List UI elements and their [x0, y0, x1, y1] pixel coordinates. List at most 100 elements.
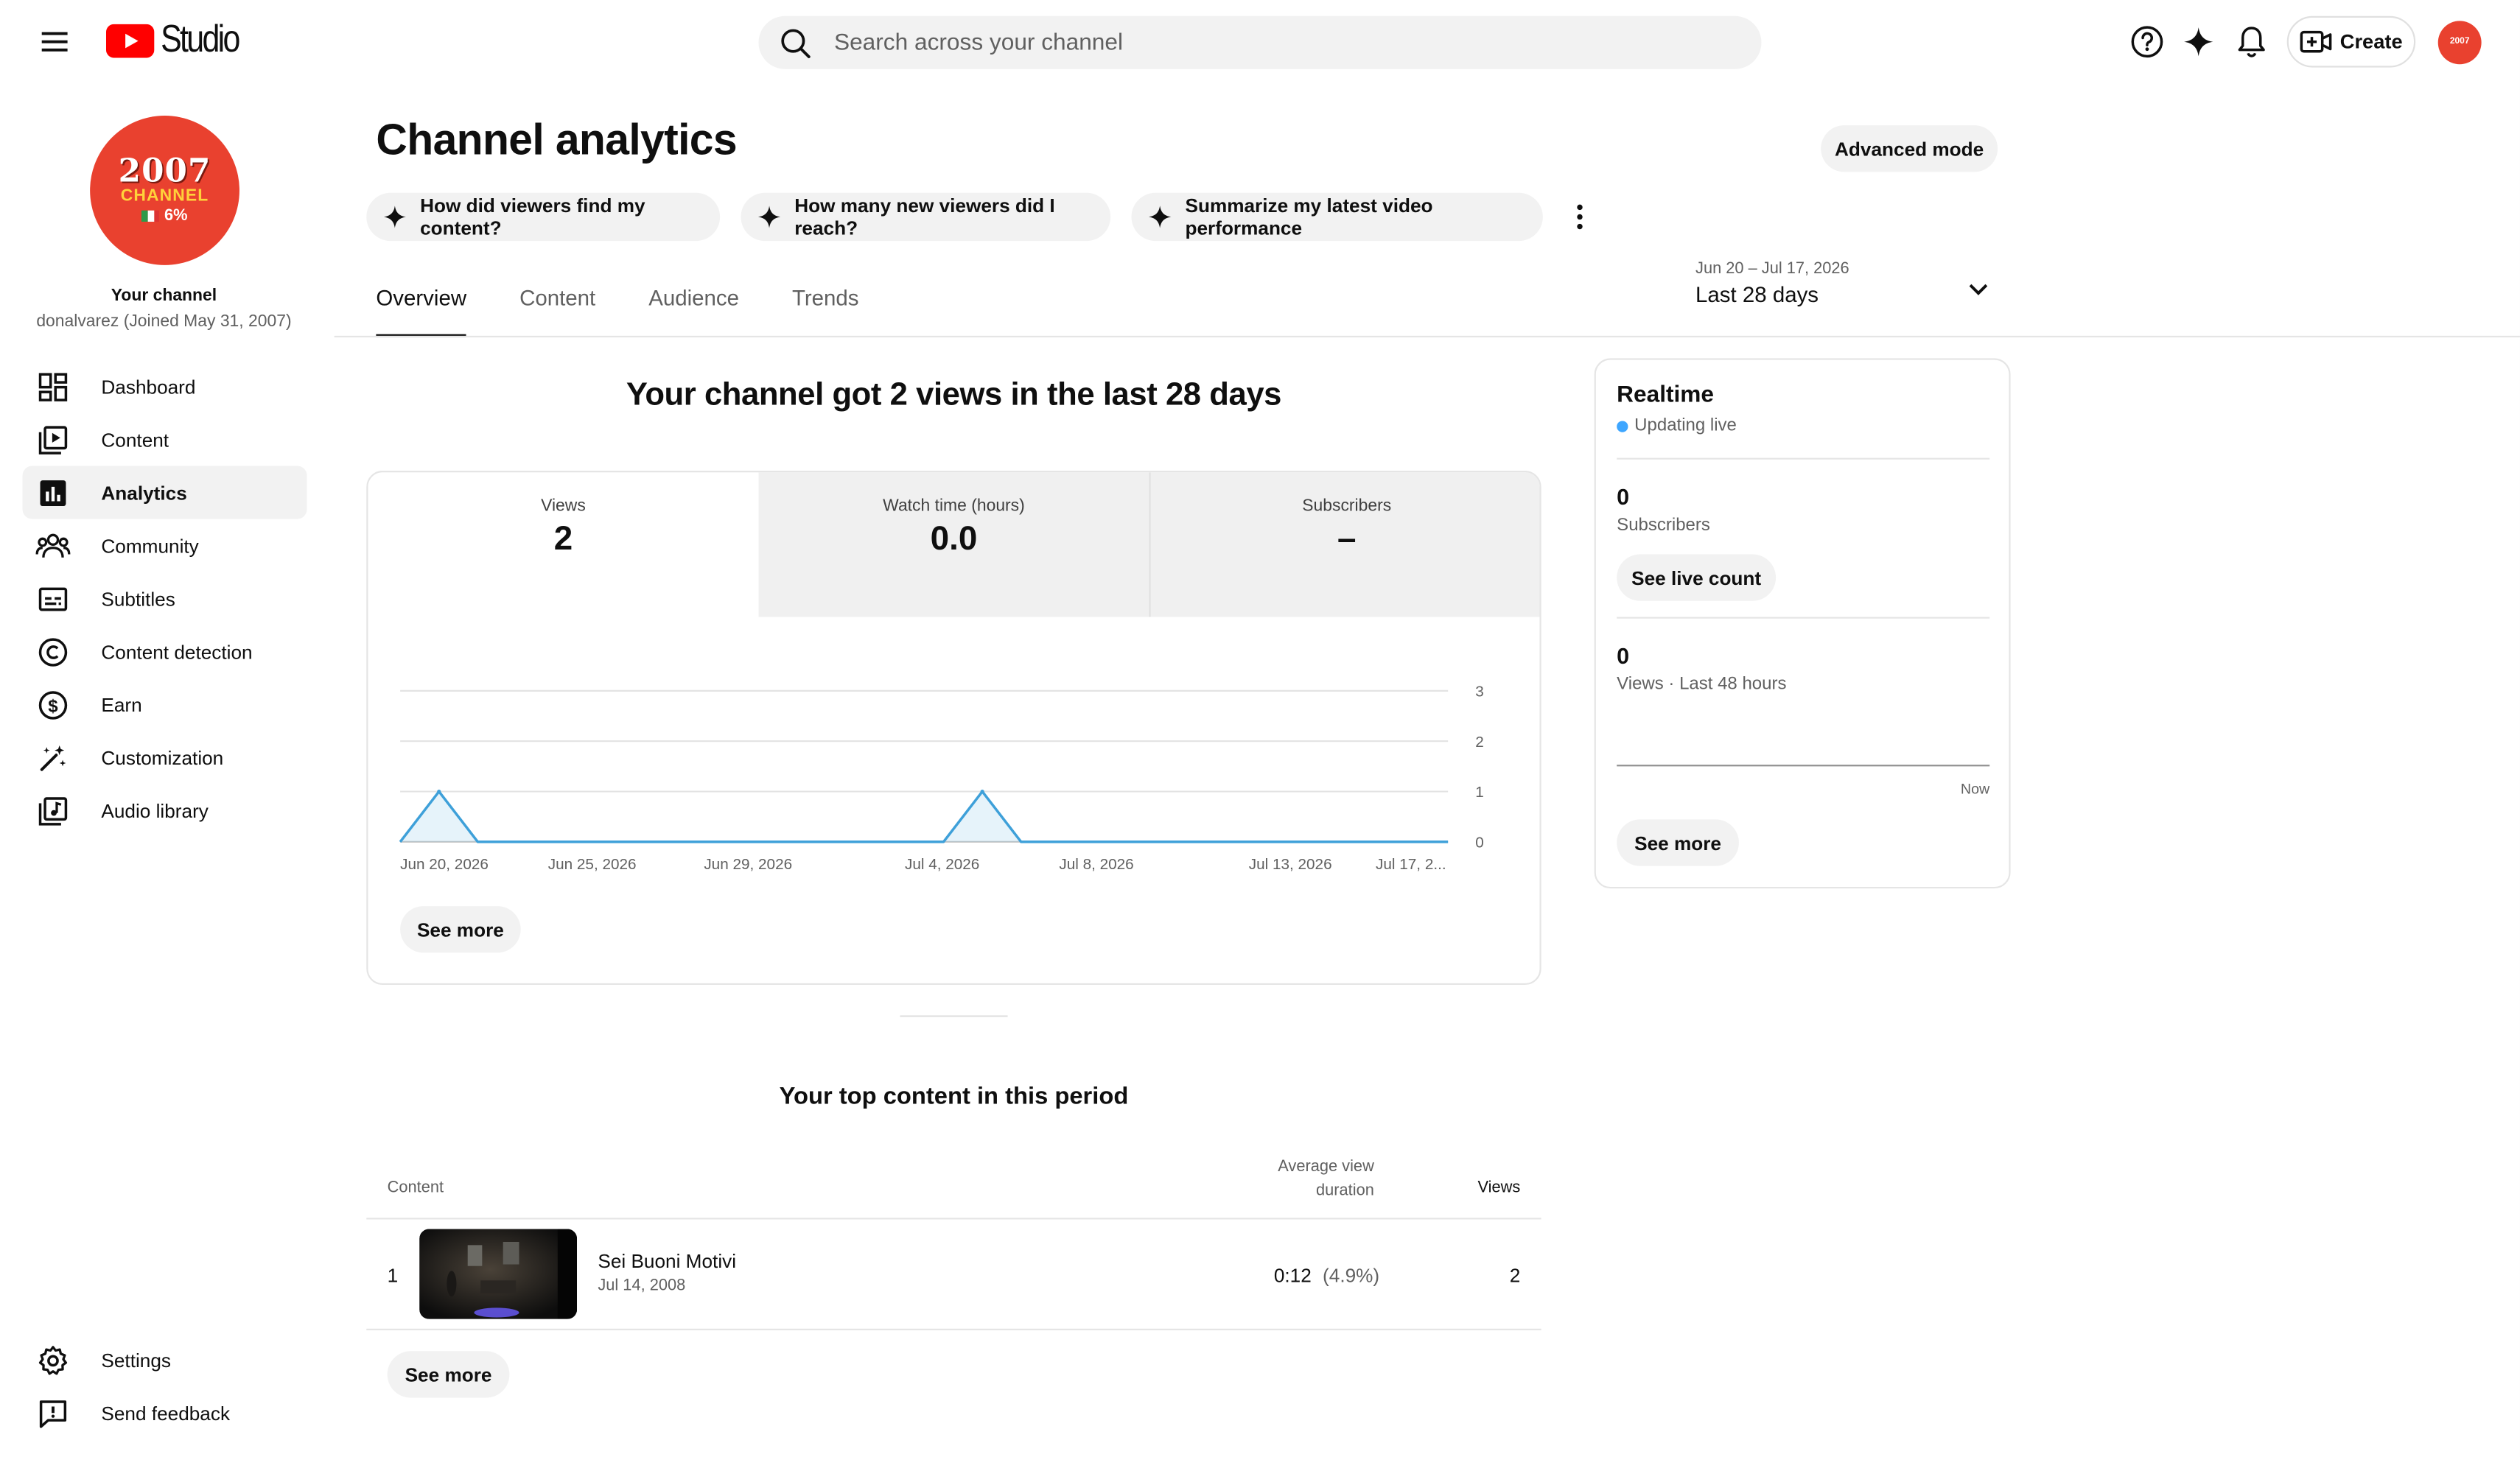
sidebar-item-analytics[interactable]: Analytics	[22, 466, 307, 519]
sparkle-icon	[757, 206, 781, 228]
see-live-count-button[interactable]: See live count	[1617, 554, 1777, 601]
more-vert-icon	[1577, 204, 1583, 230]
metric-watch-time-tab[interactable]: Watch time (hours) 0.0	[758, 472, 1149, 617]
sidebar-item-subtitles[interactable]: Subtitles	[23, 572, 307, 625]
chart-data-point	[1252, 840, 1256, 843]
overview-see-more-button[interactable]: See more	[400, 906, 521, 953]
sidebar-nav: Dashboard Content Analytics Community Su…	[22, 360, 307, 838]
sidebar-item-audio-library[interactable]: Audio library	[23, 784, 307, 837]
metric-subscribers-tab[interactable]: Subscribers –	[1150, 472, 1540, 617]
account-avatar[interactable]: 2007	[2437, 21, 2482, 65]
chart-x-tick-label: Jun 29, 2026	[704, 856, 792, 873]
chart-data-point	[1446, 840, 1450, 843]
sidebar-item-customization[interactable]: Customization	[23, 731, 307, 784]
channel-avatar[interactable]: 2007 CHANNEL 6%	[90, 116, 239, 265]
views-chart-svg: 0 1 2 3 Jun 20, 2026 Jun 25, 2026 Jun 29, 2026…	[399, 684, 1484, 873]
chart-data-point	[709, 840, 713, 843]
audio-library-icon	[23, 795, 84, 827]
video-thumbnail[interactable]	[419, 1229, 578, 1319]
sidebar-item-label: Community	[101, 534, 199, 557]
realtime-now-label: Now	[1960, 781, 1990, 797]
metric-views-tab[interactable]: Views 2	[368, 472, 758, 617]
tabs-divider	[334, 335, 2520, 338]
column-header-content: Content	[387, 1179, 444, 1197]
chart-data-point	[1407, 840, 1411, 843]
ai-sparkle-button[interactable]	[2176, 19, 2221, 64]
live-dot-icon	[1617, 420, 1628, 432]
sidebar-bottom-nav: Settings Send feedback	[23, 1333, 307, 1439]
sidebar-item-earn[interactable]: $ Earn	[23, 678, 307, 731]
sidebar: 2007 CHANNEL 6% Your channel donalvarez …	[0, 83, 335, 1457]
hamburger-icon	[41, 32, 68, 52]
chart-data-point	[1097, 840, 1101, 843]
realtime-views-label: Views · Last 48 hours	[1617, 675, 1787, 695]
sidebar-item-label: Content detection	[101, 640, 253, 663]
overview-headline: Your channel got 2 views in the last 28 …	[626, 377, 1282, 413]
tab-content[interactable]: Content	[519, 286, 595, 337]
video-views: 2	[1509, 1264, 1521, 1288]
column-header-views[interactable]: Views	[1446, 1179, 1521, 1197]
sidebar-item-label: Send feedback	[101, 1402, 231, 1425]
tab-trends[interactable]: Trends	[792, 286, 859, 337]
ai-suggestion-chip[interactable]: How many new viewers did I reach?	[741, 192, 1111, 242]
notifications-button[interactable]	[2229, 19, 2274, 64]
row-rank: 1	[387, 1264, 399, 1288]
sidebar-item-settings[interactable]: Settings	[23, 1333, 307, 1386]
metric-separator	[1149, 472, 1151, 617]
realtime-subscribers-label: Subscribers	[1617, 516, 1710, 536]
chart-data-point	[980, 789, 984, 794]
realtime-see-more-button[interactable]: See more	[1617, 819, 1739, 866]
ai-suggestion-chip[interactable]: Summarize my latest video performance	[1131, 192, 1543, 242]
analytics-icon	[23, 477, 84, 509]
metric-value: 2	[553, 520, 573, 558]
table-row[interactable]: 1 Sei Buoni Motivi Jul 14, 2008 0:12 (4.…	[366, 1219, 1541, 1328]
chart-data-point	[1019, 840, 1023, 843]
hamburger-menu-button[interactable]	[29, 16, 80, 68]
section-divider	[900, 1015, 1008, 1017]
chart-data-point	[864, 840, 868, 843]
page-title: Channel analytics	[376, 116, 738, 164]
chart-y-tick-label: 0	[1475, 835, 1484, 852]
search-bar[interactable]	[758, 15, 1762, 69]
help-button[interactable]	[2124, 19, 2169, 64]
video-date: Jul 14, 2008	[598, 1277, 686, 1295]
ai-suggestion-chip[interactable]: How did viewers find my content?	[366, 192, 721, 242]
sidebar-item-send-feedback[interactable]: Send feedback	[23, 1386, 307, 1439]
logo-text: Studio	[161, 17, 240, 61]
advanced-mode-button[interactable]: Advanced mode	[1821, 125, 1998, 172]
video-title[interactable]: Sei Buoni Motivi	[598, 1250, 736, 1273]
chart-data-point	[553, 840, 557, 843]
tab-audience[interactable]: Audience	[648, 286, 739, 337]
chart-data-point	[1330, 840, 1334, 843]
sidebar-item-content-detection[interactable]: Content detection	[23, 625, 307, 678]
date-range-picker[interactable]: Jun 20 – Jul 17, 2026 Last 28 days	[1695, 260, 2001, 315]
chart-data-point	[1175, 840, 1178, 843]
chart-data-point	[786, 840, 790, 843]
chart-x-tick-label: Jul 4, 2026	[905, 856, 979, 873]
chart-data-point	[1368, 840, 1372, 843]
top-content-see-more-button[interactable]: See more	[387, 1351, 510, 1398]
realtime-live-label: Updating live	[1634, 415, 1737, 436]
sidebar-item-dashboard[interactable]: Dashboard	[23, 360, 307, 413]
studio-logo[interactable]: Studio	[105, 18, 256, 61]
search-input[interactable]	[833, 29, 1702, 56]
help-icon	[2131, 26, 2163, 58]
tab-overview[interactable]: Overview	[376, 286, 467, 338]
analytics-tabs: Overview Content Audience Trends	[376, 286, 911, 338]
search-icon	[781, 28, 811, 57]
chip-label: Summarize my latest video performance	[1185, 194, 1433, 239]
sidebar-item-content[interactable]: Content	[23, 413, 307, 466]
more-options-button[interactable]	[1562, 197, 1597, 236]
sidebar-item-community[interactable]: Community	[23, 519, 307, 572]
views-chart: 0 1 2 3 Jun 20, 2026 Jun 25, 2026 Jun 29, 2026…	[368, 617, 1539, 891]
chart-data-point	[1214, 840, 1217, 843]
create-button[interactable]: Create	[2286, 15, 2416, 68]
chart-series-line	[399, 790, 1449, 843]
gear-icon	[23, 1344, 84, 1376]
chart-x-tick-label: Jul 17, 2...	[1376, 856, 1446, 873]
magic-wand-icon	[23, 742, 84, 774]
app-window: Studio Search across your channel Create…	[0, 0, 2520, 1457]
column-header-avg-view-duration[interactable]: Average view duration	[1237, 1155, 1374, 1203]
copyright-icon	[23, 636, 84, 668]
chart-x-tick-label: Jul 8, 2026	[1059, 856, 1133, 873]
